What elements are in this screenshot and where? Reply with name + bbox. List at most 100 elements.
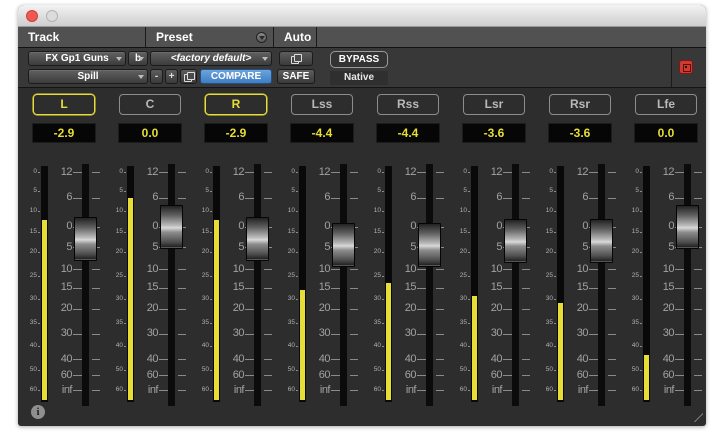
channel-gain-readout[interactable]: 0.0 bbox=[634, 123, 698, 143]
fader-scale-label: 12 bbox=[662, 165, 675, 178]
spill-mode-dropdown[interactable]: Spill bbox=[28, 69, 148, 84]
fader-strip: 0 5 10 15 20 25 30 35 40 50 60 12 6 0 5 10 15 20 30 40 60 inf bbox=[454, 156, 534, 412]
fader-handle[interactable] bbox=[504, 219, 527, 264]
target-window-button[interactable] bbox=[679, 60, 693, 74]
fader-scale-label: 5 bbox=[324, 240, 330, 253]
fader-handle[interactable] bbox=[676, 204, 699, 249]
level-meter bbox=[643, 166, 650, 402]
channel-gain-readout[interactable]: -4.4 bbox=[376, 123, 440, 143]
channel-gain-readout[interactable]: -3.6 bbox=[462, 123, 526, 143]
fader-handle[interactable] bbox=[590, 219, 613, 264]
fader-track[interactable] bbox=[598, 164, 605, 406]
channel-select-button[interactable]: Lfe bbox=[635, 94, 697, 115]
channel-gain-readout[interactable]: -2.9 bbox=[32, 123, 96, 143]
fader-scale-label: 30 bbox=[576, 327, 589, 340]
level-meter-fill bbox=[42, 219, 47, 400]
channel-select-button[interactable]: Rss bbox=[377, 94, 439, 115]
meter-scale-label: 25 bbox=[29, 272, 37, 280]
fader-scale-label: 40 bbox=[662, 352, 675, 365]
automation-enable-button[interactable] bbox=[279, 51, 313, 66]
fader-tick-right bbox=[350, 269, 358, 270]
fader-scale-label: 10 bbox=[490, 262, 503, 275]
fader-tick-left bbox=[245, 333, 254, 335]
fader-strip: 0 5 10 15 20 25 30 35 40 50 60 12 6 0 5 10 15 20 30 40 60 inf bbox=[368, 156, 448, 412]
fader-scale-label: 15 bbox=[60, 281, 73, 294]
fader-track[interactable] bbox=[512, 164, 519, 406]
fader-scale-label: 10 bbox=[576, 262, 589, 275]
meter-tick bbox=[38, 252, 40, 254]
fader-scale-label: inf bbox=[319, 383, 331, 396]
fader-tick-right bbox=[694, 390, 702, 391]
fader-track[interactable] bbox=[254, 164, 261, 406]
fader-track[interactable] bbox=[82, 164, 89, 406]
auto-safe-button[interactable]: SAFE bbox=[277, 69, 315, 84]
meter-tick bbox=[296, 369, 298, 371]
meter-scale-label: 0 bbox=[205, 168, 209, 175]
meter-scale-label: 5 bbox=[33, 187, 37, 195]
fader-tick-left bbox=[73, 375, 82, 377]
channel-select-button[interactable]: Lsr bbox=[463, 94, 525, 115]
bus-selector-dropdown[interactable]: b bbox=[128, 51, 148, 66]
info-button[interactable]: i bbox=[31, 405, 45, 419]
fader-tick-right bbox=[350, 375, 358, 377]
fader-track[interactable] bbox=[340, 164, 347, 406]
fader-scale-label: inf bbox=[405, 383, 417, 396]
channel-gain-readout[interactable]: -2.9 bbox=[204, 123, 268, 143]
compare-button[interactable]: COMPARE bbox=[200, 69, 272, 84]
close-button[interactable] bbox=[26, 10, 38, 22]
fader-track[interactable] bbox=[684, 164, 691, 406]
fader-scale-label: 40 bbox=[404, 352, 417, 365]
meter-tick bbox=[468, 322, 470, 324]
fader-handle[interactable] bbox=[418, 222, 441, 267]
channel-select-button[interactable]: Lss bbox=[291, 94, 353, 115]
channel-gain-readout[interactable]: -4.4 bbox=[290, 123, 354, 143]
meter-scale-label: 10 bbox=[287, 207, 295, 215]
fader-handle[interactable] bbox=[160, 204, 183, 249]
meter-scale-label: 15 bbox=[545, 228, 553, 236]
meter-tick bbox=[468, 232, 470, 234]
fader-scale-label: 30 bbox=[490, 327, 503, 340]
resize-handle-icon[interactable] bbox=[694, 413, 703, 422]
fader-tick-right bbox=[92, 390, 100, 391]
fader-tick-right bbox=[178, 172, 186, 173]
channel-select-button[interactable]: R bbox=[205, 94, 267, 115]
channel-select-button[interactable]: L bbox=[33, 94, 95, 115]
meter-scale-label: 35 bbox=[287, 318, 295, 326]
meter-tick bbox=[554, 172, 556, 173]
meter-tick bbox=[38, 390, 40, 391]
fader-scale-label: 10 bbox=[662, 262, 675, 275]
track-selector-dropdown[interactable]: FX Gp1 Guns bbox=[28, 51, 126, 66]
meter-tick bbox=[640, 276, 642, 278]
meter-scale-label: 35 bbox=[545, 318, 553, 326]
level-meter bbox=[557, 166, 564, 402]
meter-scale-label: 40 bbox=[545, 341, 553, 349]
preset-selector-dropdown[interactable]: <factory default> bbox=[150, 51, 272, 66]
preset-menu-icon[interactable] bbox=[256, 32, 267, 43]
fader-tick-left bbox=[159, 269, 168, 270]
fader-handle[interactable] bbox=[246, 216, 269, 261]
fader-handle[interactable] bbox=[332, 222, 355, 267]
fader-tick-left bbox=[245, 197, 254, 199]
meter-scale-label: 20 bbox=[115, 248, 123, 256]
meter-tick bbox=[38, 232, 40, 234]
channel-select-button[interactable]: C bbox=[119, 94, 181, 115]
meter-tick bbox=[382, 369, 384, 371]
fader-strip: 0 5 10 15 20 25 30 35 40 50 60 12 6 0 5 10 15 20 30 40 60 inf bbox=[196, 156, 276, 412]
fader-scale-label: 5 bbox=[238, 240, 244, 253]
bypass-button[interactable]: BYPASS bbox=[330, 51, 388, 68]
preset-next-button[interactable]: + bbox=[165, 69, 178, 84]
fader-track[interactable] bbox=[168, 164, 175, 406]
channel-select-button[interactable]: Rsr bbox=[549, 94, 611, 115]
channel-gain-readout[interactable]: -3.6 bbox=[548, 123, 612, 143]
channel-gain-readout[interactable]: 0.0 bbox=[118, 123, 182, 143]
fader-track[interactable] bbox=[426, 164, 433, 406]
fader-handle[interactable] bbox=[74, 216, 97, 261]
minimize-button[interactable] bbox=[46, 10, 58, 22]
preset-copy-button[interactable] bbox=[180, 69, 197, 84]
preset-previous-button[interactable]: - bbox=[150, 69, 163, 84]
meter-tick bbox=[210, 191, 212, 193]
fader-tick-left bbox=[73, 287, 82, 289]
meter-tick bbox=[382, 211, 384, 213]
mixer-body: L -2.9 C 0.0 R -2.9 Lss -4.4 Rss -4.4 Ls… bbox=[18, 88, 706, 425]
fader-tick-right bbox=[350, 172, 358, 173]
